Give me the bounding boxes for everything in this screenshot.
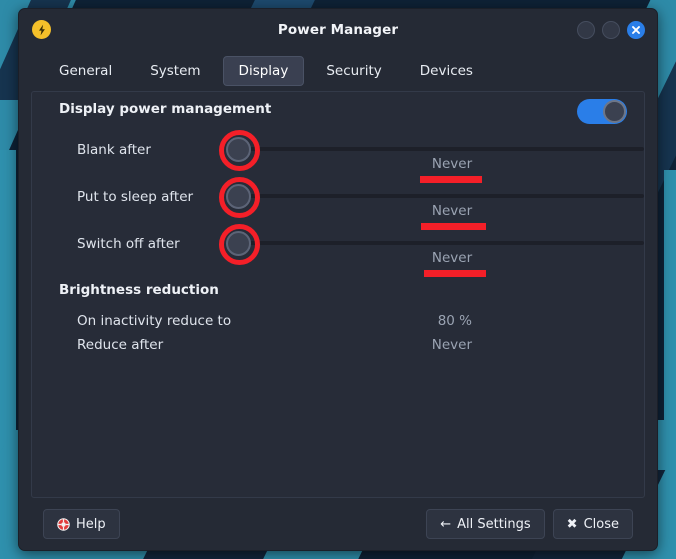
display-settings-panel: Display power management Blank after Nev…	[31, 91, 645, 498]
slider-track-blank-after[interactable]	[234, 147, 644, 151]
power-bolt-icon	[32, 20, 51, 39]
window-title: Power Manager	[277, 22, 399, 38]
toggle-knob	[603, 100, 626, 123]
slider-label: Put to sleep after	[77, 189, 194, 205]
slider-value-blank-after: Never	[431, 156, 473, 172]
close-dialog-button-label: Close	[583, 516, 619, 532]
tab-display[interactable]: Display	[222, 56, 305, 86]
slider-row-blank-after: Blank after Never	[32, 130, 644, 183]
tab-system[interactable]: System	[134, 56, 216, 86]
power-manager-window: Power Manager General System Display Sec…	[18, 8, 658, 551]
tab-bar: General System Display Security Devices	[19, 51, 657, 91]
slider-label: Blank after	[77, 142, 151, 158]
slider-row-put-to-sleep-after: Put to sleep after Never	[32, 177, 644, 230]
lifebuoy-icon	[57, 517, 70, 531]
arrow-left-icon: ←	[440, 516, 452, 532]
close-dialog-button[interactable]: ✖ Close	[552, 509, 633, 539]
all-settings-button[interactable]: ← All Settings	[426, 509, 545, 539]
row-label: On inactivity reduce to	[77, 313, 232, 329]
annotation-underline-switch-off-after	[424, 270, 486, 277]
slider-row-switch-off-after: Switch off after Never	[32, 224, 644, 277]
tab-devices[interactable]: Devices	[404, 56, 489, 86]
annotation-ring-blank-after	[219, 130, 260, 171]
window-controls	[577, 21, 645, 39]
tab-general[interactable]: General	[43, 56, 128, 86]
slider-value-put-to-sleep-after: Never	[431, 203, 473, 219]
slider-label: Switch off after	[77, 236, 180, 252]
tab-security[interactable]: Security	[310, 56, 397, 86]
help-button-label: Help	[76, 516, 106, 532]
desktop-background: Power Manager General System Display Sec…	[0, 0, 676, 559]
slider-value-switch-off-after: Never	[431, 250, 473, 266]
help-button[interactable]: Help	[43, 509, 120, 539]
annotation-ring-switch-off-after	[219, 224, 260, 265]
close-x-icon: ✖	[566, 516, 578, 532]
minimize-button[interactable]	[577, 21, 595, 39]
row-label: Reduce after	[77, 337, 164, 353]
annotation-ring-put-to-sleep-after	[219, 177, 260, 218]
display-power-management-heading: Display power management	[59, 101, 272, 117]
window-titlebar[interactable]: Power Manager	[19, 9, 657, 51]
dialog-footer: Help ← All Settings ✖ Close	[19, 498, 657, 550]
slider-track-switch-off-after[interactable]	[234, 241, 644, 245]
maximize-button[interactable]	[602, 21, 620, 39]
row-value-reduce-after: Never	[431, 337, 472, 353]
row-value-on-inactivity-reduce-to: 80 %	[437, 313, 472, 329]
all-settings-button-label: All Settings	[457, 516, 531, 532]
brightness-reduction-heading: Brightness reduction	[59, 282, 219, 298]
display-power-management-toggle[interactable]	[577, 99, 627, 124]
close-button[interactable]	[627, 21, 645, 39]
slider-track-put-to-sleep-after[interactable]	[234, 194, 644, 198]
